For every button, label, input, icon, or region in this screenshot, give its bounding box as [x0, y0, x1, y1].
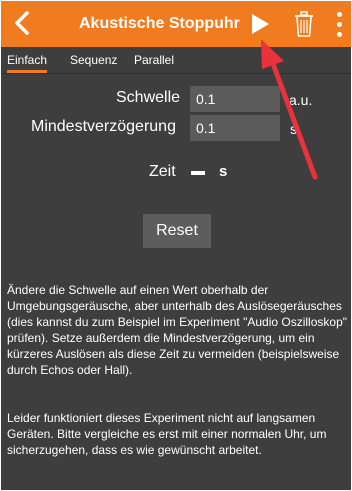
more-vertical-icon[interactable] — [332, 9, 346, 39]
time-unit: s — [219, 163, 228, 180]
min-delay-input[interactable] — [190, 115, 280, 141]
tab-einfach[interactable]: Einfach — [7, 47, 48, 73]
app-screen: Akustische Stoppuhr Einfach Sequenz Para… — [1, 1, 351, 490]
tab-bar: Einfach Sequenz Parallel — [1, 47, 351, 74]
menu-dot — [336, 21, 342, 27]
trash-icon — [295, 11, 313, 37]
time-value-placeholder — [191, 171, 205, 175]
min-delay-label: Mindestverzögerung — [31, 118, 176, 135]
menu-dot — [336, 31, 342, 37]
description-paragraph-2: Leider funktioniert dieses Experiment ni… — [7, 411, 327, 457]
tab-parallel[interactable]: Parallel — [134, 47, 174, 73]
app-title: Akustische Stoppuhr — [79, 15, 240, 32]
chevron-left-icon — [15, 11, 29, 35]
threshold-unit: a.u. — [289, 92, 313, 108]
tab-sequenz[interactable]: Sequenz — [70, 47, 117, 73]
min-delay-unit: s — [290, 121, 297, 137]
app-bar: Akustische Stoppuhr — [1, 1, 351, 47]
menu-dot — [336, 11, 342, 17]
description-paragraph-1: Ändere die Schwelle auf einen Wert oberh… — [7, 283, 347, 377]
time-label: Zeit — [149, 163, 176, 180]
play-icon — [252, 14, 269, 34]
reset-button[interactable]: Reset — [143, 214, 211, 248]
threshold-label: Schwelle — [116, 89, 181, 106]
play-button[interactable] — [247, 11, 273, 37]
delete-button[interactable] — [291, 10, 317, 38]
threshold-input[interactable] — [190, 86, 280, 112]
back-button[interactable] — [7, 7, 37, 39]
